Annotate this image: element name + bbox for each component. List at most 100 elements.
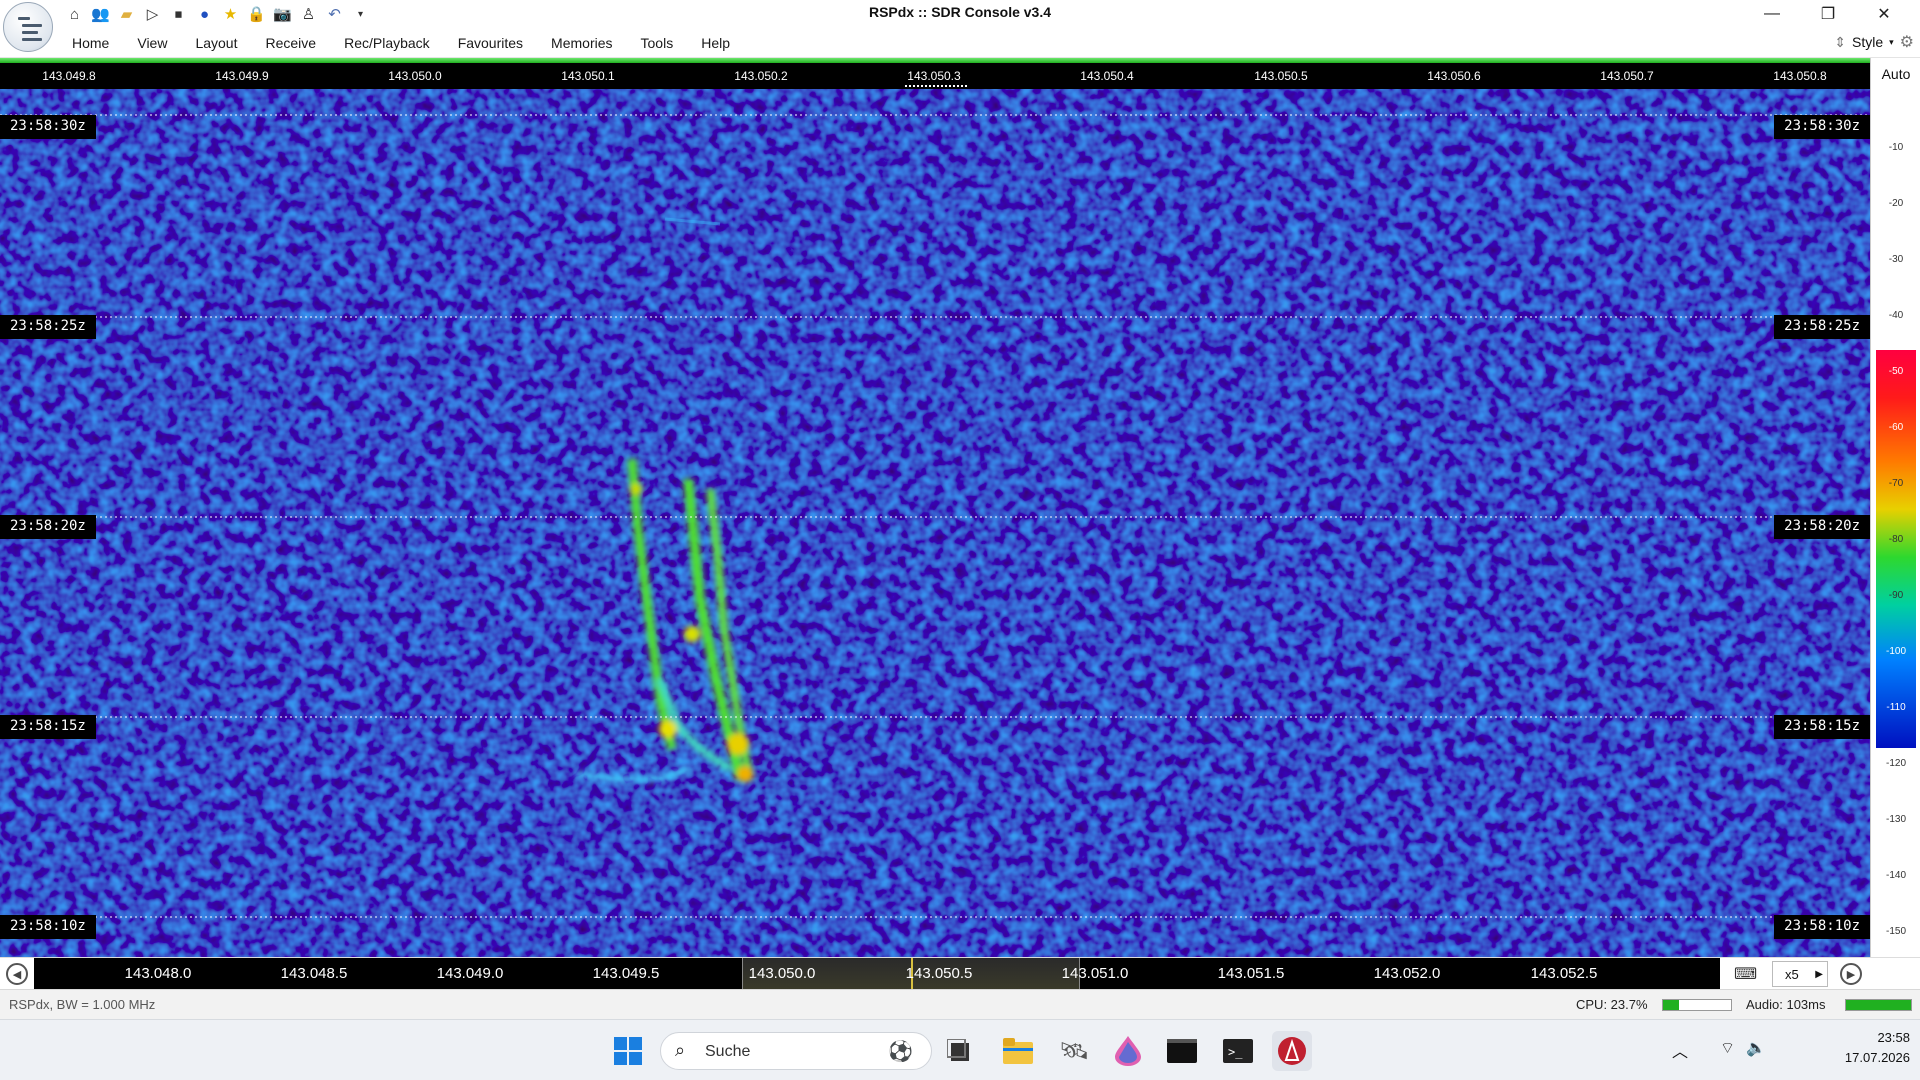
color-scale-bar[interactable] bbox=[1876, 350, 1916, 748]
timestamp-left: 23:58:10z bbox=[0, 915, 96, 939]
volume-icon[interactable]: 🔈 bbox=[1746, 1038, 1766, 1058]
waterfall-display[interactable]: 23:58:30z 23:58:30z 23:58:25z 23:58:25z … bbox=[0, 89, 1870, 957]
application-menu-button[interactable] bbox=[3, 2, 53, 52]
menu-receive[interactable]: Receive bbox=[252, 32, 331, 54]
bottom-ruler-label: 143.052.5 bbox=[1530, 965, 1598, 982]
scale-tick: -100 bbox=[1885, 646, 1906, 657]
menu-rec-playback[interactable]: Rec/Playback bbox=[330, 32, 444, 54]
search-highlight-icon: ⚽ bbox=[888, 1041, 913, 1063]
scale-tick: -110 bbox=[1886, 702, 1906, 713]
menu-view[interactable]: View bbox=[123, 32, 181, 54]
menu-tools[interactable]: Tools bbox=[627, 32, 688, 54]
wifi-icon[interactable]: ⌔ bbox=[1720, 1038, 1735, 1058]
menu-bar: Home View Layout Receive Rec/Playback Fa… bbox=[0, 28, 1920, 58]
keyboard-icon[interactable]: ⌨ bbox=[1734, 964, 1757, 984]
timestamp-left: 23:58:30z bbox=[0, 115, 96, 139]
top-ruler-label: 143.050.2 bbox=[734, 69, 788, 83]
record-icon[interactable]: ● bbox=[194, 4, 215, 25]
audio-meter-fill bbox=[1846, 1000, 1911, 1010]
svg-text:>_: >_ bbox=[1228, 1045, 1243, 1059]
bottom-ruler-label: 143.050.0 bbox=[748, 965, 816, 982]
menu-help[interactable]: Help bbox=[687, 32, 744, 54]
menu-favourites[interactable]: Favourites bbox=[444, 32, 537, 54]
top-ruler-label: 143.050.8 bbox=[1773, 69, 1827, 83]
taskbar-search[interactable]: ⌕ Suche ⚽ bbox=[660, 1032, 932, 1070]
zoom-value: x5 bbox=[1785, 966, 1799, 982]
timestamp-right: 23:58:30z bbox=[1774, 115, 1870, 139]
windows-start-icon[interactable] bbox=[608, 1031, 648, 1071]
camera-icon[interactable]: 📷 bbox=[272, 4, 293, 25]
auto-scale-button[interactable]: Auto bbox=[1871, 66, 1920, 82]
bottom-ruler-label: 143.052.0 bbox=[1373, 965, 1441, 982]
menu-home[interactable]: Home bbox=[58, 32, 123, 54]
scale-tick: -80 bbox=[1888, 534, 1904, 545]
top-ruler-label: 143.050.7 bbox=[1600, 69, 1654, 83]
users-icon[interactable]: 👥 bbox=[90, 4, 111, 25]
search-icon: ⌕ bbox=[675, 1040, 686, 1060]
command-prompt-icon[interactable]: >_ bbox=[1218, 1031, 1258, 1071]
top-ruler-label: 143.050.5 bbox=[1254, 69, 1308, 83]
frequency-scale[interactable]: 143.048.0 143.048.5 143.049.0 143.049.5 … bbox=[34, 958, 1720, 990]
timestamp-right: 23:58:10z bbox=[1774, 915, 1870, 939]
minimize-button[interactable]: — bbox=[1744, 0, 1800, 28]
style-label: Style bbox=[1852, 34, 1884, 50]
terminal-icon[interactable] bbox=[1162, 1031, 1202, 1071]
sdr-console-taskbar-icon[interactable] bbox=[1272, 1031, 1312, 1071]
scale-tick: -70 bbox=[1888, 478, 1904, 489]
scale-tick: -30 bbox=[1888, 254, 1904, 265]
search-placeholder: Suche bbox=[705, 1043, 751, 1060]
cpu-usage: CPU: 23.7% bbox=[1576, 997, 1648, 1012]
restore-button[interactable]: ❐ bbox=[1800, 0, 1856, 28]
menu-layout[interactable]: Layout bbox=[181, 32, 251, 54]
timestamp-right: 23:58:25z bbox=[1774, 315, 1870, 339]
taskbar: ⌕ Suche ⚽ 🛰 >_ ︿ ⌔ 🔈 23:58 17.07.2026 bbox=[0, 1019, 1920, 1080]
bottom-ruler-label: 143.051.5 bbox=[1217, 965, 1285, 982]
play-icon[interactable]: ▷ bbox=[142, 4, 163, 25]
satellite-app-icon[interactable]: 🛰 bbox=[1054, 1031, 1094, 1071]
task-view-icon[interactable] bbox=[940, 1031, 980, 1071]
waterfall-noise bbox=[0, 89, 1870, 957]
scroll-right-button[interactable]: ▶ bbox=[1840, 963, 1862, 985]
level-scale[interactable]: Auto -10 -20 -30 -40 -50 -60 -70 -80 -90… bbox=[1870, 58, 1920, 957]
bottom-ruler-label: 143.048.5 bbox=[280, 965, 348, 982]
close-button[interactable]: ✕ bbox=[1856, 0, 1912, 28]
top-ruler-label: 143.049.9 bbox=[215, 69, 269, 83]
folder-icon[interactable]: ▰ bbox=[116, 4, 137, 25]
scale-tick: -60 bbox=[1888, 422, 1904, 433]
scale-tick: -140 bbox=[1885, 870, 1906, 881]
lock-icon[interactable]: 🔒 bbox=[246, 4, 267, 25]
scale-tick: -50 bbox=[1888, 366, 1904, 377]
chevron-down-icon: ▾ bbox=[1889, 36, 1894, 47]
favourite-star-icon[interactable]: ★ bbox=[220, 4, 241, 25]
scale-tick: -90 bbox=[1888, 590, 1904, 601]
file-explorer-icon[interactable] bbox=[998, 1031, 1038, 1071]
chevron-up-icon[interactable]: ︿ bbox=[1672, 1038, 1688, 1062]
scale-tick: -130 bbox=[1885, 814, 1906, 825]
dropdown-icon[interactable]: ▾ bbox=[350, 4, 371, 25]
frequency-ruler-top[interactable]: 143.049.8 143.049.9 143.050.0 143.050.1 … bbox=[0, 63, 1870, 89]
person-icon[interactable]: ♙ bbox=[298, 4, 319, 25]
scale-tick: -120 bbox=[1885, 758, 1906, 769]
home-icon[interactable]: ⌂ bbox=[64, 4, 85, 25]
stop-icon[interactable]: ⏹ bbox=[168, 4, 189, 25]
audio-meter bbox=[1845, 999, 1912, 1011]
style-arrows-icon: ⇕ bbox=[1834, 33, 1846, 50]
top-ruler-label: 143.050.4 bbox=[1080, 69, 1134, 83]
top-ruler-label: 143.049.8 bbox=[42, 69, 96, 83]
top-ruler-label: 143.050.0 bbox=[388, 69, 442, 83]
timestamp-right: 23:58:15z bbox=[1774, 715, 1870, 739]
clock-time[interactable]: 23:58 bbox=[1830, 1030, 1910, 1045]
top-ruler-label: 143.050.1 bbox=[561, 69, 615, 83]
undo-icon[interactable]: ↶ bbox=[324, 4, 345, 25]
menu-memories[interactable]: Memories bbox=[537, 32, 626, 54]
scroll-left-button[interactable]: ◀ bbox=[6, 963, 28, 985]
tuned-frequency-marker bbox=[905, 85, 967, 87]
style-selector[interactable]: ⇕ Style ▾ ⚙ bbox=[1834, 32, 1914, 52]
gear-icon[interactable]: ⚙ bbox=[1900, 32, 1914, 52]
cpu-meter-fill bbox=[1663, 1000, 1680, 1010]
scale-tick: -10 bbox=[1888, 142, 1904, 153]
zoom-selector[interactable]: x5 ▶ bbox=[1772, 961, 1828, 987]
scale-tick: -20 bbox=[1888, 198, 1904, 209]
clock-date[interactable]: 17.07.2026 bbox=[1830, 1050, 1910, 1065]
droplet-app-icon[interactable] bbox=[1108, 1031, 1148, 1071]
